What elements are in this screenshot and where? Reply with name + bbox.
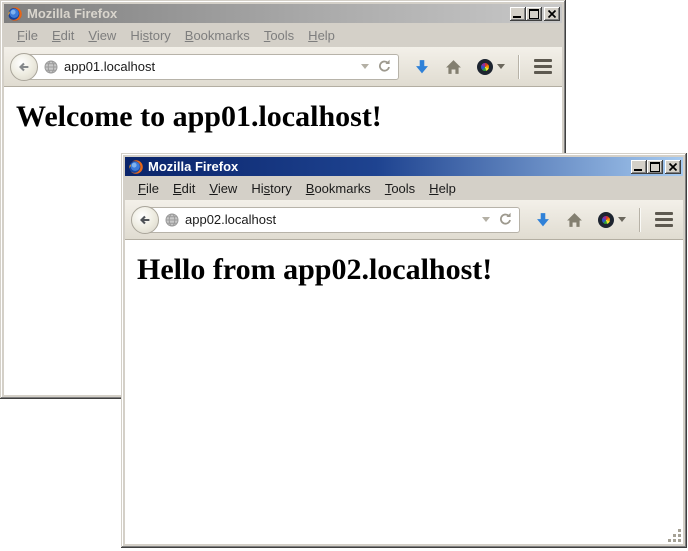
url-bar[interactable]: app02.localhost: [146, 207, 520, 233]
titlebar[interactable]: Mozilla Firefox: [4, 4, 562, 23]
reload-icon[interactable]: [498, 212, 513, 227]
firefox-icon: [128, 159, 144, 175]
toolbar-separator: [518, 55, 519, 79]
navigation-toolbar: app02.localhost: [125, 200, 683, 240]
navigation-toolbar: app01.localhost: [4, 47, 562, 87]
page-heading: Welcome to app01.localhost!: [4, 100, 562, 134]
close-icon: [548, 10, 556, 18]
search-engine-button[interactable]: [598, 212, 626, 228]
menu-item-view[interactable]: View: [202, 178, 244, 199]
minimize-icon: [513, 16, 521, 18]
maximize-button[interactable]: [526, 7, 542, 21]
menu-item-help[interactable]: Help: [422, 178, 463, 199]
menubar: File Edit View History Bookmarks Tools H…: [4, 23, 562, 47]
window-title: Mozilla Firefox: [148, 159, 631, 174]
maximize-button[interactable]: [647, 160, 663, 174]
chevron-down-icon[interactable]: [482, 217, 490, 222]
menu-item-tools[interactable]: Tools: [378, 178, 422, 199]
back-arrow-icon: [138, 212, 152, 228]
chevron-down-icon: [618, 217, 626, 222]
menu-item-history[interactable]: History: [244, 178, 298, 199]
globe-icon: [165, 213, 179, 227]
search-engine-icon: [598, 212, 614, 228]
maximize-icon: [529, 9, 539, 19]
page-heading: Hello from app02.localhost!: [125, 253, 683, 287]
download-arrow-icon: [414, 59, 430, 75]
minimize-icon: [634, 169, 642, 171]
menu-button[interactable]: [655, 212, 673, 227]
menu-item-tools[interactable]: Tools: [257, 25, 301, 46]
url-text: app01.localhost: [64, 59, 361, 74]
close-button[interactable]: [544, 7, 560, 21]
chevron-down-icon: [497, 64, 505, 69]
chevron-down-icon[interactable]: [361, 64, 369, 69]
home-icon: [445, 59, 462, 75]
downloads-button[interactable]: [414, 59, 430, 75]
hamburger-menu-icon: [655, 212, 673, 227]
url-text: app02.localhost: [185, 212, 482, 227]
minimize-button[interactable]: [631, 160, 647, 174]
firefox-icon: [7, 6, 23, 22]
menu-item-edit[interactable]: Edit: [166, 178, 202, 199]
url-bar[interactable]: app01.localhost: [25, 54, 399, 80]
menu-item-bookmarks[interactable]: Bookmarks: [299, 178, 378, 199]
maximize-icon: [650, 162, 660, 172]
menu-item-file[interactable]: File: [131, 178, 166, 199]
home-button[interactable]: [566, 212, 583, 228]
menu-item-history[interactable]: History: [123, 25, 177, 46]
menu-item-help[interactable]: Help: [301, 25, 342, 46]
content-area: Hello from app02.localhost!: [125, 240, 683, 544]
back-button[interactable]: [10, 53, 38, 81]
menu-item-bookmarks[interactable]: Bookmarks: [178, 25, 257, 46]
titlebar[interactable]: Mozilla Firefox: [125, 157, 683, 176]
toolbar-separator: [639, 208, 640, 232]
downloads-button[interactable]: [535, 212, 551, 228]
home-icon: [566, 212, 583, 228]
menu-item-edit[interactable]: Edit: [45, 25, 81, 46]
minimize-button[interactable]: [510, 7, 526, 21]
menu-item-view[interactable]: View: [81, 25, 123, 46]
menu-item-file[interactable]: File: [10, 25, 45, 46]
hamburger-menu-icon: [534, 59, 552, 74]
back-arrow-icon: [17, 59, 31, 75]
close-icon: [669, 163, 677, 171]
menu-button[interactable]: [534, 59, 552, 74]
window-title: Mozilla Firefox: [27, 6, 510, 21]
back-button[interactable]: [131, 206, 159, 234]
download-arrow-icon: [535, 212, 551, 228]
browser-window-app02: Mozilla Firefox File Edit View History B…: [121, 153, 687, 548]
globe-icon: [44, 60, 58, 74]
search-engine-icon: [477, 59, 493, 75]
close-button[interactable]: [665, 160, 681, 174]
resize-grip[interactable]: [667, 528, 681, 542]
menubar: File Edit View History Bookmarks Tools H…: [125, 176, 683, 200]
reload-icon[interactable]: [377, 59, 392, 74]
search-engine-button[interactable]: [477, 59, 505, 75]
home-button[interactable]: [445, 59, 462, 75]
